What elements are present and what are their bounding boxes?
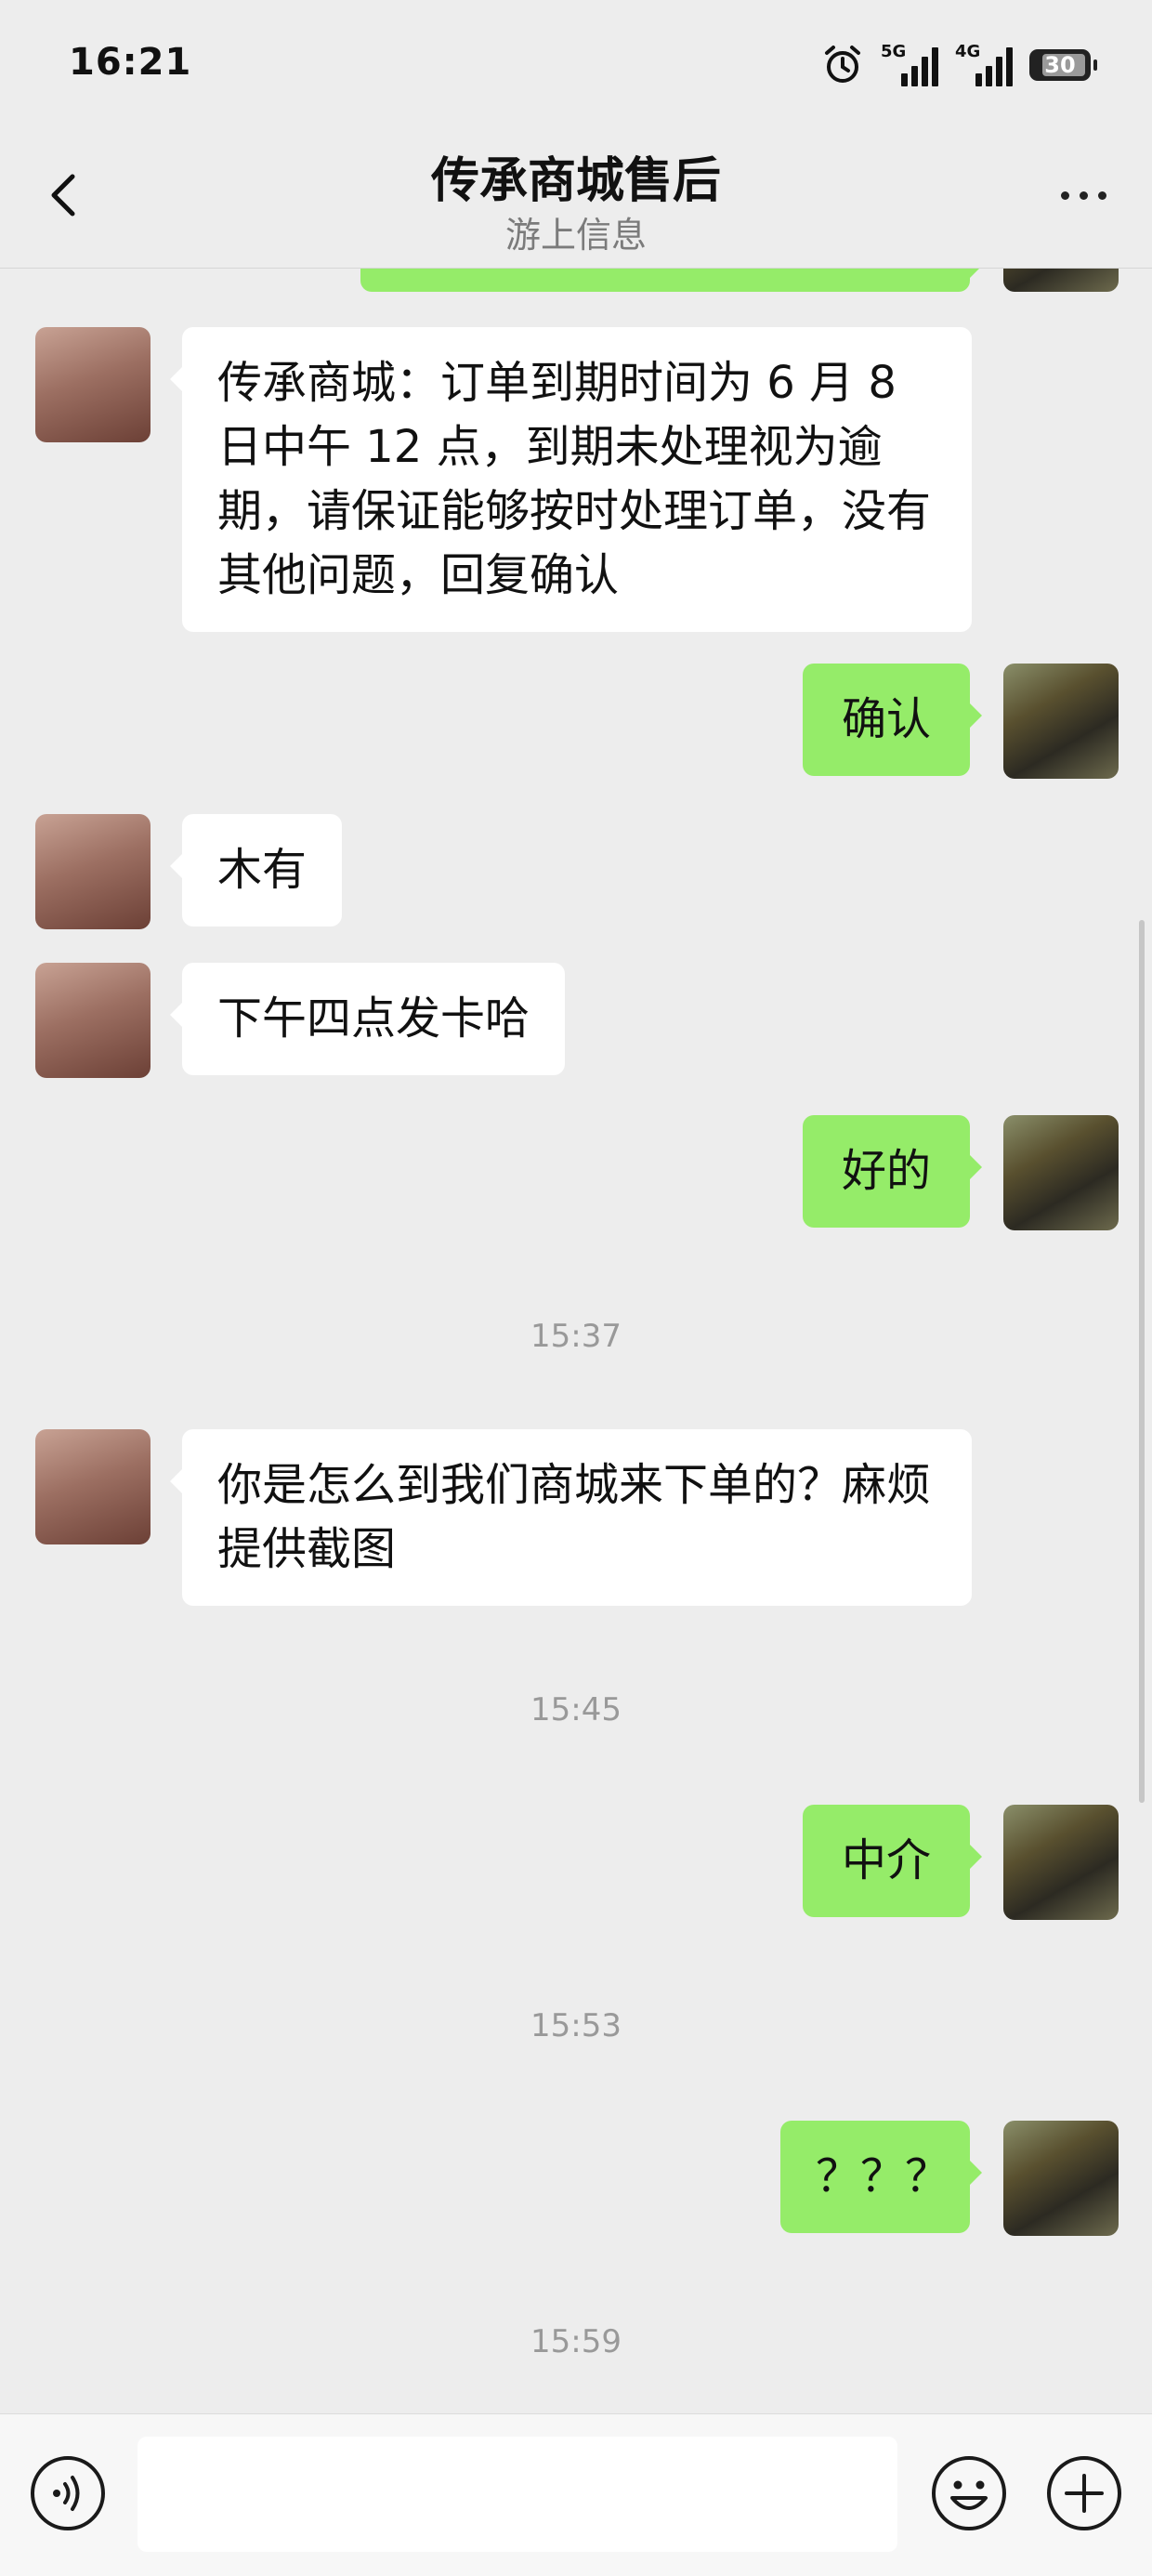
signal-4g-icon: 4G bbox=[955, 42, 1013, 86]
signal-5g-icon: 5G bbox=[881, 42, 938, 86]
status-bar: 16:21 5G 4G 30 bbox=[0, 0, 1152, 130]
message-bubble[interactable]: 中介 bbox=[803, 1805, 982, 1917]
message-timestamp: 15:53 bbox=[530, 2007, 622, 2044]
chat-header: 传承商城售后 游上信息 bbox=[0, 130, 1152, 269]
input-bar bbox=[0, 2413, 1152, 2576]
voice-icon[interactable] bbox=[28, 2453, 108, 2533]
message-timestamp: 15:45 bbox=[530, 1691, 622, 1728]
avatar-self[interactable] bbox=[1003, 664, 1119, 779]
message-bubble[interactable]: ？？？ bbox=[780, 2121, 982, 2233]
avatar-self[interactable] bbox=[1003, 2121, 1119, 2236]
alarm-icon bbox=[825, 46, 860, 83]
message-bubble[interactable]: 确认 bbox=[803, 664, 982, 776]
message-bubble[interactable]: 你是怎么到我们商城来下单的？麻烦提供截图 bbox=[170, 1429, 972, 1606]
avatar-self[interactable] bbox=[1003, 1805, 1119, 1920]
message-input[interactable] bbox=[137, 2437, 897, 2552]
chat-title: 传承商城售后 bbox=[430, 153, 721, 209]
avatar-self[interactable] bbox=[1003, 1115, 1119, 1230]
avatar-other[interactable] bbox=[35, 963, 151, 1078]
message-timestamp: 15:59 bbox=[530, 2323, 622, 2360]
message-bubble[interactable]: 木有 bbox=[169, 814, 343, 927]
message-bubble[interactable]: 好的 bbox=[803, 1115, 982, 1228]
emoji-icon[interactable] bbox=[929, 2453, 1009, 2533]
message-bubble[interactable]: 下午四点发卡哈 bbox=[169, 963, 566, 1075]
battery-icon: 30 bbox=[1029, 49, 1097, 81]
status-time: 16:21 bbox=[69, 41, 192, 84]
avatar-other[interactable] bbox=[35, 1429, 151, 1544]
chat-subtitle: 游上信息 bbox=[504, 215, 647, 256]
avatar-other[interactable] bbox=[35, 814, 151, 929]
message-bubble[interactable]: 传承商城：订单到期时间为 6 月 8 日中午 12 点，到期未处理视为逾期，请保… bbox=[170, 327, 972, 632]
message-timestamp: 15:37 bbox=[530, 1318, 622, 1355]
avatar-other[interactable] bbox=[35, 327, 151, 442]
signal-5g-label: 5G bbox=[881, 42, 907, 61]
scrollbar[interactable] bbox=[1139, 920, 1145, 1803]
more-icon[interactable] bbox=[1046, 167, 1120, 223]
battery-level: 30 bbox=[1044, 52, 1076, 78]
signal-4g-label: 4G bbox=[955, 42, 981, 61]
plus-icon[interactable] bbox=[1044, 2453, 1124, 2533]
status-icons: 5G 4G 30 bbox=[821, 37, 1097, 93]
